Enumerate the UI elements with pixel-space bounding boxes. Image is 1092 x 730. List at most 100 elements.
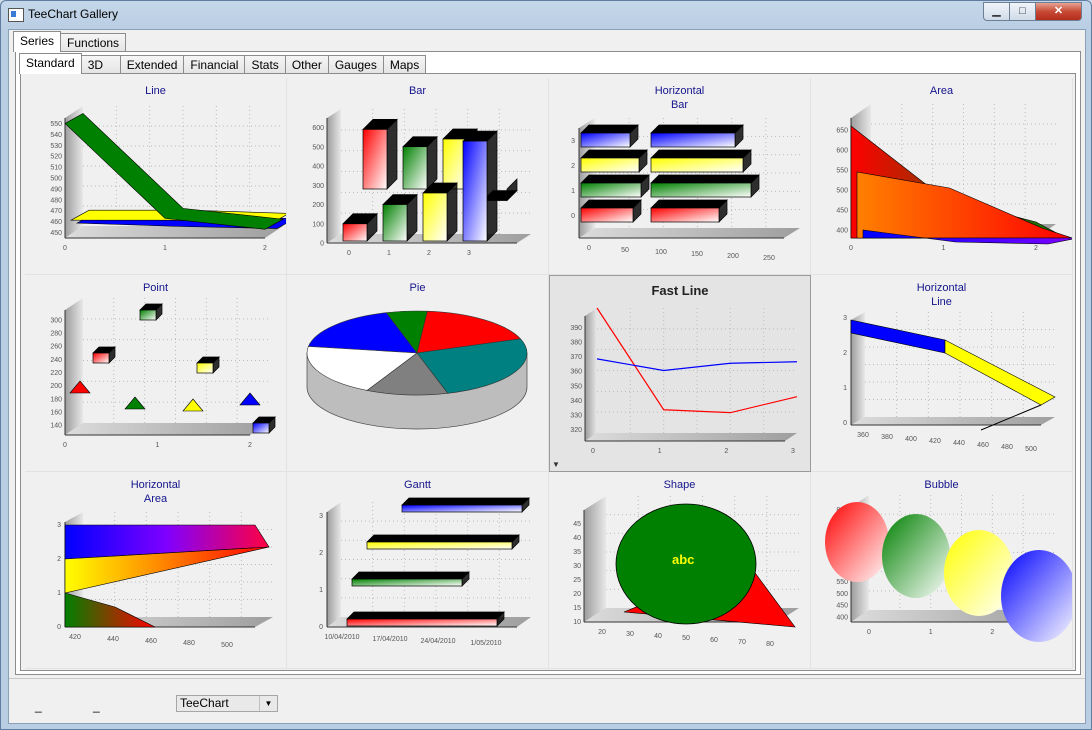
gallery-chart-bar[interactable]: 0 100 200 300 400 500 600 0 1 2 3 Bar (287, 78, 549, 275)
harea-series-2 (64, 592, 156, 628)
y-tick-label: 260 (50, 344, 62, 351)
y-tick-label: 0 (571, 213, 575, 220)
maximize-button[interactable]: □ (1009, 2, 1036, 21)
y-tick-label: 2 (57, 556, 61, 563)
gallery-chart-bubble[interactable]: 4004505005506006507007508008500123Bubble (811, 472, 1073, 669)
gantt-bar-1 (351, 571, 470, 587)
x-tick-label: 1 (658, 448, 662, 455)
y-tick-label: 280 (50, 331, 62, 338)
chart-canvas: 4004505005506006507007508008500123 (825, 495, 1072, 642)
y-tick-label: 10 (573, 619, 581, 626)
minimize-button[interactable]: ▁ (983, 2, 1010, 21)
x-tick-label: 420 (69, 634, 81, 641)
x-tick-label: 0 (63, 442, 67, 449)
y-tick-label: 0 (319, 624, 323, 631)
x-tick-label: 480 (183, 640, 195, 647)
hline-segment-1 (944, 339, 1056, 406)
gallery-pane: 450 460 470 480 490 500 510 520 530 540 550 0 1 2 Line… (20, 73, 1076, 671)
x-tick-label: 2 (263, 245, 267, 252)
theme-select[interactable]: TeeChart ▼ (176, 695, 278, 712)
window-title: TeeChart Gallery (28, 7, 119, 21)
chart-canvas: 10 15 20 25 30 35 40 45 20 30 40 50 60 70 80 abc (573, 496, 799, 648)
chart-canvas: 320 330 340 350 360 370 380 390 0 1 2 3 (570, 307, 798, 455)
app-icon (8, 8, 24, 22)
chart-title: Area (929, 85, 954, 97)
tab-financial[interactable]: Financial (183, 55, 246, 74)
chevron-down-icon[interactable]: ▼ (552, 460, 560, 469)
tab-functions[interactable]: Functions (60, 33, 127, 52)
y-tick-label: 40 (573, 535, 581, 542)
x-tick-label: 20 (598, 629, 606, 636)
close-button[interactable]: ✕ (1035, 2, 1082, 21)
x-tick-label: 60 (710, 637, 718, 644)
y-tick-label: 500 (836, 591, 848, 598)
x-tick-label: 1 (942, 245, 946, 252)
x-tick-label: 1 (156, 442, 160, 449)
x-tick-label: 80 (766, 641, 774, 648)
top-tab-bar: Series Functions (13, 31, 127, 52)
x-tick-label: 1 (387, 250, 391, 257)
x-tick-label: 500 (221, 642, 233, 649)
gallery-chart-gantt[interactable]: 0 1 2 3 10/04/2010 17/04/2010 24/04/2010 1/05/2… (287, 472, 549, 669)
gantt-bar-0 (346, 611, 505, 627)
y-tick-label: 350 (570, 383, 582, 390)
grid-lines (597, 308, 797, 433)
y-tick-label: 500 (312, 144, 324, 151)
y-tick-label: 100 (312, 221, 324, 228)
y-tick-label: 30 (573, 563, 581, 570)
y-tick-label: 520 (50, 154, 62, 161)
chart-title: Bar (408, 85, 427, 97)
tab-maps[interactable]: Maps (382, 55, 427, 74)
y-tick-label: 0 (320, 241, 324, 248)
x-tick-label: 1/05/2010 (470, 640, 501, 647)
gallery-chart-horizontal-line[interactable]: 0 1 2 3 360 380 400 420 440 460 480 500 Horizontal L… (811, 275, 1073, 472)
y-tick-label: 1 (319, 587, 323, 594)
bar-front-2 (422, 182, 458, 242)
shape-label: abc (672, 552, 694, 567)
tab-3d[interactable]: 3D (80, 55, 121, 74)
gallery-chart-area[interactable]: 400 450 500 550 600 650 0 1 2 Area (811, 78, 1073, 275)
gallery-chart-shape[interactable]: 10 15 20 25 30 35 40 45 20 30 40 50 60 70 80 abc Shape (549, 472, 811, 669)
tab-extended[interactable]: Extended (119, 55, 185, 74)
y-tick-label: 450 (836, 603, 848, 610)
y-tick-label: 1 (571, 188, 575, 195)
y-tick-label: 240 (50, 357, 62, 364)
series-pane: Standard 3D Extended Financial Stats Oth… (15, 51, 1081, 675)
gallery-chart-horizontal-bar[interactable]: 0 1 2 3 0 50 100 150 200 250 Horizontal Bar (549, 78, 811, 275)
y-tick-label: 370 (570, 354, 582, 361)
y-tick-label: 330 (570, 412, 582, 419)
y-tick-label: 550 (836, 168, 848, 175)
tab-series[interactable]: Series (13, 31, 62, 52)
x-tick-label: 420 (929, 438, 941, 445)
tab-gauges[interactable]: Gauges (327, 55, 384, 74)
y-tick-label: 500 (50, 176, 62, 183)
bar-front-1 (382, 193, 418, 242)
y-tick-label: 510 (50, 165, 62, 172)
x-tick-label: 200 (727, 253, 739, 260)
grid-lines (341, 502, 531, 617)
x-tick-label: 0 (849, 245, 853, 252)
x-tick-label: 400 (905, 436, 917, 443)
title-bar[interactable]: TeeChart Gallery ▁ □ ✕ (1, 1, 1091, 29)
chevron-down-icon[interactable]: ▼ (259, 696, 277, 711)
gallery-chart-horizontal-area[interactable]: 0 1 2 3 420 440 460 480 500 Horizontal Area (25, 472, 287, 669)
gallery-chart-line[interactable]: 450 460 470 480 490 500 510 520 530 540 550 0 1 2 Line (25, 78, 287, 275)
gallery-chart-point[interactable]: 140 160 180 200 220 240 260 280 300 0 1 2 Point (25, 275, 287, 472)
x-tick-label: 2 (427, 250, 431, 257)
tab-other[interactable]: Other (284, 55, 329, 74)
y-tick-label: 2 (319, 550, 323, 557)
y-tick-label: 45 (573, 521, 581, 528)
tab-standard[interactable]: Standard (19, 53, 82, 74)
chart-canvas: 0 100 200 300 400 500 600 0 1 2 3 (312, 109, 531, 257)
y-tick-label: 480 (50, 197, 62, 204)
x-tick-label: 70 (738, 639, 746, 646)
gallery-chart-fast-line[interactable]: 320 330 340 350 360 370 380 390 0 1 2 3 Fast Line ▼ (549, 275, 811, 472)
gallery-chart-pie[interactable]: Pie (287, 275, 549, 472)
chart-canvas: 400 450 500 550 600 650 0 1 2 (836, 104, 1072, 252)
tab-stats[interactable]: Stats (244, 55, 286, 74)
y-tick-label: 550 (836, 579, 848, 586)
y-tick-label: 0 (843, 420, 847, 427)
point-marker-4 (124, 396, 146, 410)
x-tick-label: 0 (587, 245, 591, 252)
x-tick-label: 0 (867, 629, 871, 636)
